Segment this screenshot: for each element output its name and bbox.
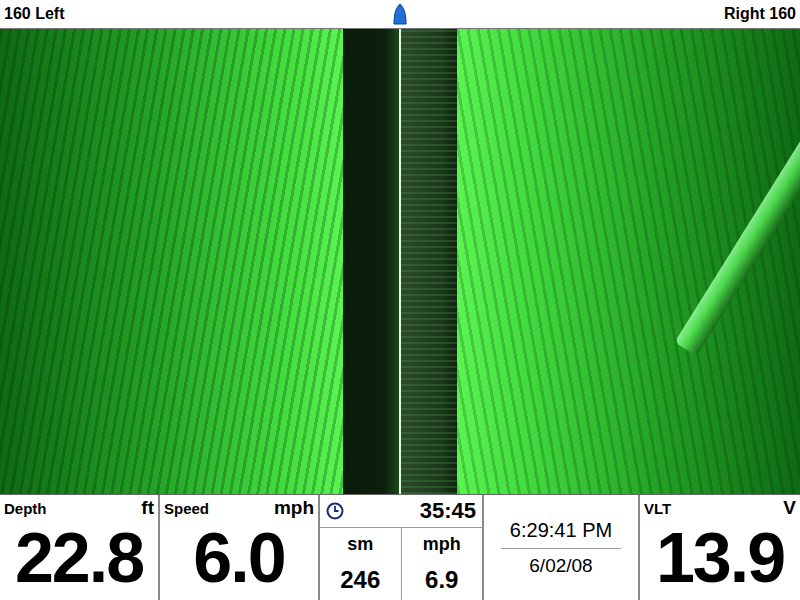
readout-value: 6.0 [164, 523, 314, 593]
readout-label: Depth [4, 500, 47, 517]
readout-value: 22.8 [4, 523, 154, 593]
readout-unit: V [783, 497, 796, 519]
side-imaging-view [0, 29, 800, 494]
boat-icon [393, 3, 407, 25]
readout-box: Speed mph 6.0 [160, 495, 318, 600]
trip-unit: mph [423, 534, 461, 555]
timer-box: 35:45 sm 246 mph 6.9 [320, 495, 482, 600]
water-column-left [343, 29, 399, 494]
right-sonar-image [457, 29, 800, 494]
readout-value: 13.9 [644, 523, 796, 593]
wreck-echo [674, 88, 800, 356]
readout-box: VLT V 13.9 [640, 495, 800, 600]
readout-unit: ft [141, 497, 154, 519]
time-of-day: 6:29:41 PM [510, 519, 612, 542]
date: 6/02/08 [529, 555, 592, 577]
readout-panel: Depth ft 22.8 Speed mph 6.0 35:45 sm 246 mph 6.9 6:… [0, 494, 800, 600]
trip-value: 6.9 [425, 566, 458, 594]
range-bar: 160 Left Right 160 [0, 0, 800, 29]
readout-label: VLT [644, 500, 671, 517]
readout-box: Depth ft 22.8 [0, 495, 158, 600]
trip-value: 246 [340, 566, 380, 594]
left-range-label: 160 Left [4, 5, 393, 23]
trip-unit: sm [347, 534, 373, 555]
readout-unit: mph [274, 497, 314, 519]
timer-value: 35:45 [420, 498, 476, 524]
water-column-right [401, 29, 457, 494]
right-range-label: Right 160 [724, 5, 796, 23]
sonar-screen: 160 LeftRight 160Depthft22.8Speedmph6.03… [0, 0, 800, 600]
left-sonar-image [0, 29, 343, 494]
trip-cell: mph 6.9 [401, 528, 483, 600]
clock-icon [326, 502, 344, 520]
trip-cell: sm 246 [320, 528, 401, 600]
readout-label: Speed [164, 500, 209, 517]
clock-box: 6:29:41 PM 6/02/08 [484, 495, 638, 600]
